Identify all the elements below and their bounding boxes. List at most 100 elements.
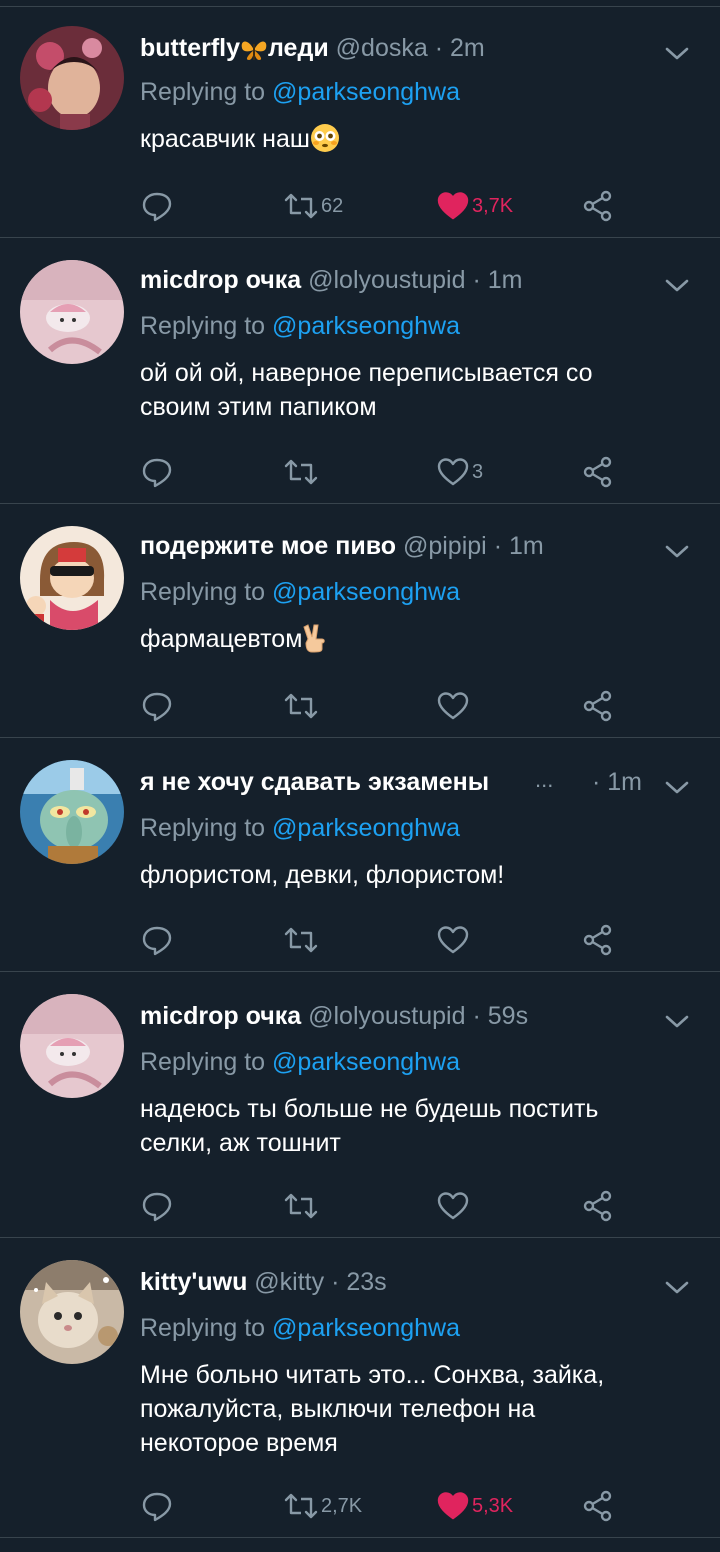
reply-button[interactable] <box>140 1186 174 1226</box>
display-name[interactable]: kitty'uwu <box>140 1268 247 1296</box>
tweet-card[interactable]: micdrop очка @lolyoustupid · 59s Replyin… <box>0 972 720 1238</box>
avatar[interactable] <box>20 760 124 864</box>
like-button[interactable]: 3 <box>436 452 483 492</box>
timestamp[interactable]: 59s <box>488 1002 528 1030</box>
separator-dot: · <box>434 34 444 62</box>
timestamp[interactable]: 23s <box>346 1268 386 1296</box>
share-button[interactable] <box>581 1486 615 1526</box>
share-icon <box>583 1490 612 1522</box>
tweet-actions <box>140 920 700 960</box>
retweet-icon <box>284 459 318 485</box>
share-button[interactable] <box>581 686 615 726</box>
user-handle[interactable]: @kitty <box>254 1268 324 1296</box>
display-name[interactable]: micdrop очка <box>140 1002 301 1030</box>
share-button[interactable] <box>581 186 615 226</box>
retweet-icon <box>284 193 318 219</box>
handle-truncated[interactable]: ... <box>535 760 553 800</box>
timestamp[interactable]: 1m <box>488 266 523 294</box>
tweet-card[interactable]: butterfly леди @doska · 2m Replying to @p… <box>0 6 720 238</box>
reply-button[interactable] <box>140 186 174 226</box>
timestamp-group: · 1m <box>592 762 642 802</box>
display-name[interactable]: я не хочу сдавать экзамены <box>140 768 489 796</box>
display-name-suffix[interactable]: леди <box>268 34 329 62</box>
retweet-button[interactable] <box>283 920 319 960</box>
reply-button[interactable] <box>140 1486 174 1526</box>
replying-to-label: Replying to <box>140 312 266 340</box>
mention-link[interactable]: @parkseonghwa <box>272 1314 460 1342</box>
display-name[interactable]: подержите мое пиво <box>140 532 396 560</box>
user-handle[interactable]: @lolyoustupid <box>308 266 465 294</box>
timestamp[interactable]: 2m <box>450 34 485 62</box>
mention-link[interactable]: @parkseonghwa <box>272 814 460 842</box>
tweet-header: kitty'uwu @kitty · 23s <box>140 1262 387 1302</box>
user-handle[interactable]: @lolyoustupid <box>308 1002 465 1030</box>
reply-button[interactable] <box>140 452 174 492</box>
like-button[interactable]: 3,7K <box>436 186 513 226</box>
tweet-header: я не хочу сдавать экзамены <box>140 762 489 802</box>
share-button[interactable] <box>581 1186 615 1226</box>
retweet-button[interactable] <box>283 452 321 492</box>
mention-link[interactable]: @parkseonghwa <box>272 312 460 340</box>
display-name[interactable]: butterfly <box>140 34 240 62</box>
tweet-card[interactable]: подержите мое пиво @pipipi · 1m Replying… <box>0 504 720 738</box>
retweet-count: 62 <box>321 194 344 217</box>
timestamp[interactable]: 1m <box>607 768 642 796</box>
tweet-card[interactable]: я не хочу сдавать экзамены ... · 1m Repl… <box>0 738 720 972</box>
user-handle[interactable]: @doska <box>336 34 428 62</box>
separator-dot: · <box>472 266 481 294</box>
replying-to-label: Replying to <box>140 1314 266 1342</box>
user-handle[interactable]: @pipipi <box>403 532 487 560</box>
avatar[interactable] <box>20 26 124 130</box>
tweet-card[interactable]: kitty'uwu @kitty · 23s Replying to @park… <box>0 1238 720 1538</box>
separator-dot: · <box>592 768 601 796</box>
display-name[interactable]: micdrop очка <box>140 266 301 294</box>
retweet-icon <box>284 693 318 719</box>
replying-to: Replying to @parkseonghwa <box>140 574 460 610</box>
retweet-button[interactable]: 62 <box>283 186 343 226</box>
share-button[interactable] <box>581 920 615 960</box>
share-button[interactable] <box>581 452 615 492</box>
mention-link[interactable]: @parkseonghwa <box>272 1048 460 1076</box>
reply-icon <box>142 926 172 956</box>
like-count: 3 <box>472 460 484 483</box>
reply-icon <box>142 1192 172 1222</box>
like-button[interactable] <box>436 686 470 726</box>
tweet-text-line: своим этим папиком <box>140 393 377 421</box>
avatar[interactable] <box>20 1260 124 1364</box>
flushed-face-icon <box>310 124 339 152</box>
tweet-card[interactable]: micdrop очка @lolyoustupid · 1m Replying… <box>0 238 720 504</box>
retweet-button[interactable] <box>283 686 319 726</box>
replying-to-label: Replying to <box>140 78 266 106</box>
separator-dot: · <box>493 532 503 560</box>
chevron-down-icon[interactable] <box>660 1270 694 1304</box>
tweet-text: флористом, девки, флористом! <box>140 858 700 892</box>
like-button[interactable]: 5,3K <box>436 1486 513 1526</box>
reply-button[interactable] <box>140 920 174 960</box>
tweet-text-line: Мне больно читать это... Сонхва, зайка, <box>140 1361 605 1389</box>
reply-icon <box>142 1492 172 1522</box>
like-button[interactable] <box>436 1186 470 1226</box>
chevron-down-icon[interactable] <box>660 770 694 804</box>
reply-icon <box>142 692 172 722</box>
tweet-text-line: красавчик наш <box>140 125 310 153</box>
like-button[interactable] <box>436 920 470 960</box>
chevron-down-icon[interactable] <box>660 268 694 302</box>
avatar[interactable] <box>20 260 124 364</box>
tweet-text: Мне больно читать это... Сонхва, зайка, … <box>140 1358 700 1460</box>
chevron-down-icon[interactable] <box>660 1004 694 1038</box>
retweet-button[interactable] <box>283 1186 319 1226</box>
timestamp[interactable]: 1m <box>509 532 544 560</box>
chevron-down-icon[interactable] <box>660 534 694 568</box>
tweet-text: фармацевтом <box>140 622 700 656</box>
tweet-header: butterfly леди @doska · 2m <box>140 28 485 68</box>
retweet-button[interactable]: 2,7K <box>283 1486 362 1526</box>
avatar[interactable] <box>20 994 124 1098</box>
chevron-down-icon[interactable] <box>660 36 694 70</box>
avatar[interactable] <box>20 526 124 630</box>
tweet-header: подержите мое пиво @pipipi · 1m <box>140 526 544 566</box>
reply-button[interactable] <box>140 686 174 726</box>
mention-link[interactable]: @parkseonghwa <box>272 78 460 106</box>
retweet-icon <box>284 927 318 953</box>
mention-link[interactable]: @parkseonghwa <box>272 578 460 606</box>
replying-to: Replying to @parkseonghwa <box>140 810 460 846</box>
